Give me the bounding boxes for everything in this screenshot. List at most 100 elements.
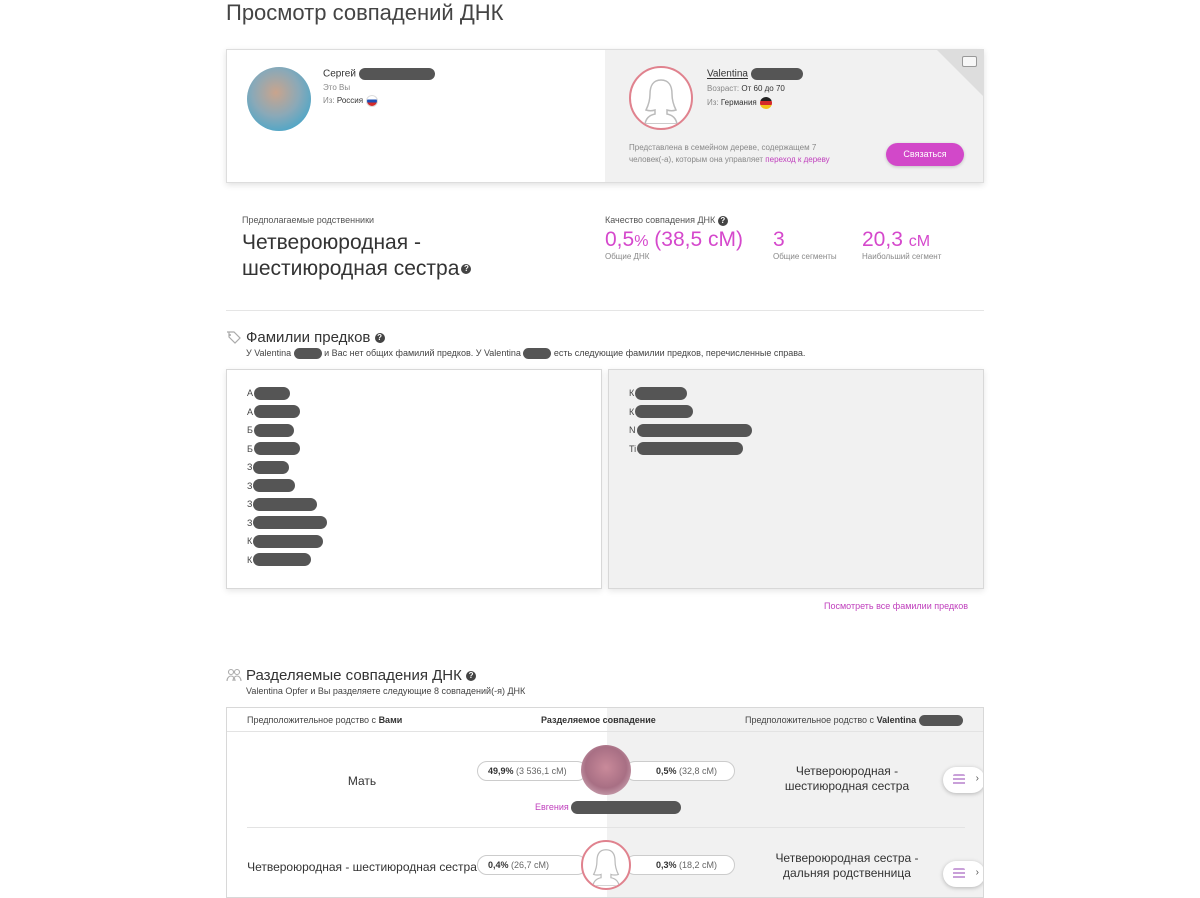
you-label: Это Вы — [323, 83, 351, 92]
view-all-surnames-link[interactable]: Посмотреть все фамилии предков — [824, 601, 968, 611]
page-title: Просмотр совпадений ДНК — [226, 0, 504, 25]
match-name-link[interactable]: Евгения — [535, 802, 569, 812]
profile-card: Сергей Это Вы Из: Россия Valentina Возра… — [226, 49, 984, 183]
table-header: Предположительное родство с Вами Разделя… — [227, 708, 983, 732]
help-icon[interactable]: ? — [374, 333, 385, 344]
col-header-you: Предположительное родство с Вами — [247, 715, 402, 725]
chevron-right-icon: › — [975, 773, 979, 784]
match-age: От 60 до 70 — [741, 84, 785, 93]
row-left-relationship: Мать — [347, 774, 377, 788]
surname-initial: З — [247, 462, 253, 473]
redacted-surname — [293, 348, 322, 360]
surnames-title-text: Фамилии предков — [246, 329, 371, 346]
divider — [226, 310, 984, 311]
surname-initial: Ti — [629, 443, 637, 454]
shared-dna-cm: (38,5 сМ) — [654, 228, 743, 251]
surname-item: Б — [247, 440, 601, 459]
col-prefix: Предположительное родство с — [745, 715, 875, 725]
compare-button[interactable]: › — [943, 767, 983, 793]
surname-item: А — [247, 403, 601, 422]
surname-initial: К — [247, 536, 253, 547]
left-shared-pill: 49,9% (3 536,1 сМ) — [477, 761, 587, 781]
match-surnames-box: К К N Ti — [608, 369, 984, 589]
col-prefix: Предположительное родство с — [247, 715, 377, 725]
match-panel: Valentina Возраст: От 60 до 70 Из: Герма… — [605, 50, 983, 182]
shared-dna-label: Общие ДНК — [605, 252, 650, 261]
redacted-surname — [750, 68, 803, 80]
left-cm: (3 536,1 сМ) — [516, 766, 567, 776]
match-name-row: Евгения — [535, 801, 682, 814]
shared-title-text: Разделяемые совпадения ДНК — [246, 667, 462, 684]
redacted-surname — [635, 386, 688, 400]
from-label: Из: — [323, 96, 335, 106]
chromosome-icon — [953, 868, 965, 880]
tag-icon — [227, 331, 241, 344]
redacted-surname — [253, 460, 290, 474]
percent-sign: % — [634, 233, 649, 250]
surname-initial: Б — [247, 443, 253, 454]
right-pct: 0,5% — [656, 766, 677, 776]
match-avatar[interactable] — [629, 66, 693, 130]
row-divider — [247, 827, 965, 828]
shared-subtitle: Valentina Opfer и Вы разделяете следующи… — [246, 686, 526, 696]
redacted-surname — [253, 553, 312, 567]
compare-button[interactable]: › — [943, 861, 983, 887]
col-header-match: Предположительное родство с Valentina — [745, 715, 963, 727]
tree-link[interactable]: переход к дереву — [765, 155, 829, 164]
female-silhouette-icon — [644, 79, 678, 124]
redacted-surname — [254, 386, 291, 400]
surname-initial: З — [247, 499, 253, 510]
left-pct: 0,4% — [488, 860, 509, 870]
female-silhouette-icon — [592, 849, 620, 886]
match-avatar[interactable] — [581, 840, 631, 890]
quality-label-text: Качество совпадения ДНК — [605, 215, 716, 225]
surname-item: З — [247, 477, 601, 496]
shared-matches-table: Предположительное родство с Вами Разделя… — [226, 707, 984, 898]
surname-item: К — [247, 551, 601, 570]
surname-item: Б — [247, 421, 601, 440]
match-avatar[interactable] — [581, 745, 631, 795]
surname-initial: З — [247, 480, 253, 491]
message-icon[interactable] — [962, 56, 977, 67]
my-surnames-list: ААББЗЗЗЗКК — [247, 384, 601, 569]
match-country: Германия — [720, 98, 757, 108]
help-icon[interactable]: ? — [717, 215, 728, 226]
match-info: Valentina Возраст: От 60 до 70 Из: Герма… — [707, 68, 803, 109]
largest-segment-unit: сМ — [908, 233, 931, 250]
surname-item: Ti — [629, 440, 983, 459]
people-icon — [226, 668, 242, 682]
col-header-shared: Разделяемое совпадение — [541, 715, 656, 725]
surname-initial: З — [247, 517, 253, 528]
col-bold: Вами — [378, 715, 403, 725]
age-label: Возраст: — [707, 84, 740, 93]
surname-item: З — [247, 458, 601, 477]
russia-flag-icon — [366, 95, 379, 107]
row-left-relationship: Четвероюродная - шестиюродная сестра — [247, 860, 477, 874]
match-name-link[interactable]: Valentina — [707, 69, 748, 80]
right-pct: 0,3% — [656, 860, 677, 870]
surname-item: З — [247, 514, 601, 533]
segments-stat: 3 Общие сегменты — [773, 228, 837, 261]
surname-initial: Б — [247, 425, 253, 436]
surname-initial: N — [629, 425, 636, 436]
subtitle-part: и Вас нет общих фамилий предков. У Valen… — [324, 348, 521, 358]
segments-value: 3 — [773, 228, 785, 251]
quality-label: Качество совпадения ДНК ? — [605, 215, 728, 226]
help-icon[interactable]: ? — [466, 671, 477, 682]
surname-initial: К — [629, 406, 635, 417]
shared-dna-stat: 0,5% (38,5 сМ) Общие ДНК — [605, 228, 743, 261]
help-icon[interactable]: ? — [461, 264, 472, 275]
col-bold: Valentina — [876, 715, 917, 725]
surname-item: К — [629, 384, 983, 403]
surnames-title: Фамилии предков ? — [246, 329, 385, 346]
row-right-relationship: Четвероюродная - шестиюродная сестра — [784, 764, 910, 793]
chromosome-icon — [953, 774, 965, 786]
subtitle-part: У Valentina — [246, 348, 292, 358]
redacted-surname — [253, 423, 294, 437]
contact-button[interactable]: Связаться — [886, 143, 964, 166]
chevron-right-icon: › — [975, 867, 979, 878]
redacted-surname — [253, 442, 300, 456]
right-cm: (18,2 сМ) — [679, 860, 718, 870]
surname-initial: К — [247, 554, 253, 565]
largest-segment-stat: 20,3 сМ Наибольший сегмент — [862, 228, 941, 261]
